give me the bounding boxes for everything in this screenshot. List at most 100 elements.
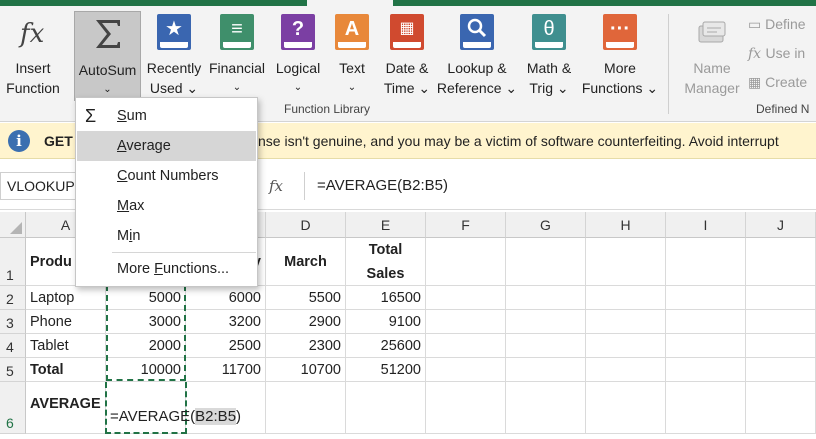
cell-a3[interactable]: Phone	[26, 310, 106, 334]
letter-a-book-icon: A	[335, 14, 369, 50]
column-header-e[interactable]: E	[346, 212, 426, 238]
cell-h4[interactable]	[586, 334, 666, 358]
cell-d6[interactable]	[266, 382, 346, 434]
lookup-reference-button[interactable]: Lookup & Reference ⌄	[436, 10, 518, 102]
row-header-3[interactable]: 3	[0, 310, 26, 334]
cell-h3[interactable]	[586, 310, 666, 334]
menu-item-more-functions[interactable]: More Functions...	[77, 254, 256, 284]
column-header-g[interactable]: G	[506, 212, 586, 238]
row-header-5[interactable]: 5	[0, 358, 26, 382]
cell-i2[interactable]	[666, 286, 746, 310]
cell-a2[interactable]: Laptop	[26, 286, 106, 310]
logical-button[interactable]: ? Logical ⌄	[271, 10, 325, 102]
cell-b3[interactable]: 3000	[106, 310, 186, 334]
cell-d3[interactable]: 2900	[266, 310, 346, 334]
cell-e1[interactable]: Total Sales	[346, 238, 426, 286]
cell-i4[interactable]	[666, 334, 746, 358]
cell-j2[interactable]	[746, 286, 816, 310]
insert-function-label-2: Function	[6, 80, 60, 96]
cell-c3[interactable]: 3200	[186, 310, 266, 334]
name-box[interactable]: VLOOKUP	[0, 172, 78, 200]
column-header-d[interactable]: D	[266, 212, 346, 238]
cell-a6[interactable]: AVERAGE	[26, 382, 106, 434]
column-header-j[interactable]: J	[746, 212, 816, 238]
cell-c2[interactable]: 6000	[186, 286, 266, 310]
cell-h2[interactable]	[586, 286, 666, 310]
message-title: GET	[44, 133, 73, 149]
inline-formula[interactable]: =AVERAGE(B2:B5)	[110, 408, 241, 425]
cell-a5[interactable]: Total	[26, 358, 106, 382]
insert-function-button[interactable]: fx Insert Function	[2, 10, 64, 102]
cell-g4[interactable]	[506, 334, 586, 358]
recently-used-button[interactable]: ★ Recently Used ⌄	[143, 10, 205, 102]
cell-h6[interactable]	[586, 382, 666, 434]
cell-f2[interactable]	[426, 286, 506, 310]
column-header-i[interactable]: I	[666, 212, 746, 238]
cell-j6[interactable]	[746, 382, 816, 434]
cell-i6[interactable]	[666, 382, 746, 434]
row-header-2[interactable]: 2	[0, 286, 26, 310]
formula-input[interactable]: =AVERAGE(B2:B5)	[304, 172, 816, 200]
financial-button[interactable]: ≡ Financial ⌄	[207, 10, 267, 102]
text-button[interactable]: A Text ⌄	[331, 10, 373, 102]
cell-b2[interactable]: 5000	[106, 286, 186, 310]
cell-b5[interactable]: 10000	[106, 358, 186, 382]
menu-item-count-numbers[interactable]: Count Numbers	[77, 161, 256, 191]
cell-j5[interactable]	[746, 358, 816, 382]
cell-g5[interactable]	[506, 358, 586, 382]
autosum-button[interactable]: AutoSum ⌄	[74, 11, 141, 101]
cell-f6[interactable]	[426, 382, 506, 434]
logical-label: Logical	[275, 60, 321, 76]
menu-item-max[interactable]: Max	[77, 191, 256, 221]
cell-j3[interactable]	[746, 310, 816, 334]
cell-h1[interactable]	[586, 238, 666, 286]
use-in-formula-button[interactable]: fx Use in	[748, 45, 805, 62]
cell-g6[interactable]	[506, 382, 586, 434]
cell-j4[interactable]	[746, 334, 816, 358]
cell-c5[interactable]: 11700	[186, 358, 266, 382]
column-header-h[interactable]: H	[586, 212, 666, 238]
cell-i5[interactable]	[666, 358, 746, 382]
name-manager-button[interactable]: Name Manager	[678, 10, 746, 102]
cell-g1[interactable]	[506, 238, 586, 286]
cell-e3[interactable]: 9100	[346, 310, 426, 334]
dots-book-icon: ···	[603, 14, 637, 50]
cell-j1[interactable]	[746, 238, 816, 286]
cell-i1[interactable]	[666, 238, 746, 286]
create-from-selection-button[interactable]: ▦ Create	[748, 74, 807, 91]
menu-item-average[interactable]: Average	[77, 131, 256, 161]
cell-d2[interactable]: 5500	[266, 286, 346, 310]
insert-function-fx-icon[interactable]: fx	[258, 172, 294, 200]
select-all-button[interactable]	[0, 212, 26, 238]
grid-icon: ▦	[748, 74, 766, 90]
cell-e4[interactable]: 25600	[346, 334, 426, 358]
cell-h5[interactable]	[586, 358, 666, 382]
more-functions-button[interactable]: ··· More Functions ⌄	[580, 10, 660, 102]
cell-f4[interactable]	[426, 334, 506, 358]
row-header-6[interactable]: 6	[0, 382, 26, 434]
cell-e6[interactable]	[346, 382, 426, 434]
cell-f1[interactable]	[426, 238, 506, 286]
row-header-4[interactable]: 4	[0, 334, 26, 358]
cell-f3[interactable]	[426, 310, 506, 334]
cell-g2[interactable]	[506, 286, 586, 310]
row-header-1[interactable]: 1	[0, 238, 26, 286]
cell-d5[interactable]: 10700	[266, 358, 346, 382]
date-time-button[interactable]: ▦ Date & Time ⌄	[378, 10, 436, 102]
math-trig-button[interactable]: θ Math & Trig ⌄	[520, 10, 578, 102]
menu-item-sum[interactable]: Σ Sum	[77, 101, 256, 131]
cell-d1[interactable]: March	[266, 238, 346, 286]
cell-f5[interactable]	[426, 358, 506, 382]
cell-g3[interactable]	[506, 310, 586, 334]
cell-c4[interactable]: 2500	[186, 334, 266, 358]
cell-e2[interactable]: 16500	[346, 286, 426, 310]
math-trig-label-1: Math &	[526, 60, 572, 76]
cell-b4[interactable]: 2000	[106, 334, 186, 358]
menu-item-min[interactable]: Min	[77, 221, 256, 251]
define-name-button[interactable]: ▭ Define	[748, 16, 806, 33]
cell-e5[interactable]: 51200	[346, 358, 426, 382]
column-header-f[interactable]: F	[426, 212, 506, 238]
cell-d4[interactable]: 2300	[266, 334, 346, 358]
cell-a4[interactable]: Tablet	[26, 334, 106, 358]
cell-i3[interactable]	[666, 310, 746, 334]
